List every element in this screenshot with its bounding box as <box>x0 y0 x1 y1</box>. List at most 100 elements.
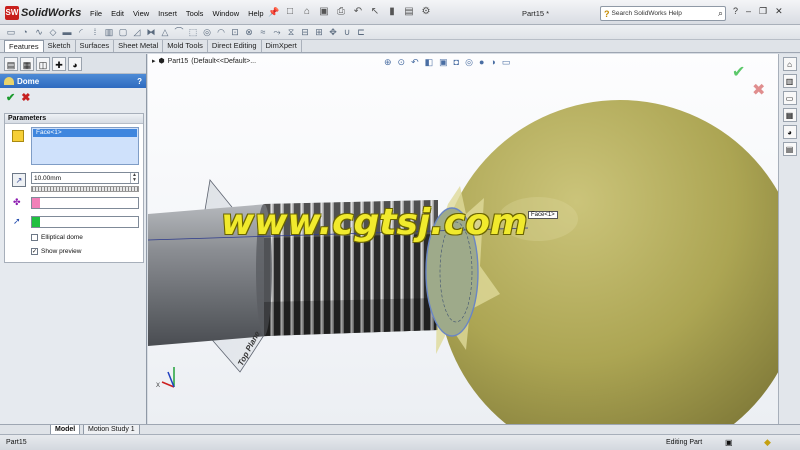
sweep-icon[interactable]: ∿ <box>33 26 45 38</box>
dome-tool-icon[interactable]: ◠ <box>215 26 227 38</box>
loft-icon[interactable]: ◇ <box>47 26 59 38</box>
hole-wizard-icon[interactable]: ◎ <box>201 26 213 38</box>
shell-icon[interactable]: ▢ <box>117 26 129 38</box>
search-input[interactable]: Search SolidWorks Help <box>612 10 718 17</box>
revolve-icon[interactable]: ◔ <box>19 26 31 38</box>
view-settings-icon[interactable]: ▭ <box>502 57 511 68</box>
pm-help-button[interactable]: ? <box>137 77 142 86</box>
display-manager-icon[interactable]: ◕ <box>68 57 82 71</box>
faces-selection-box[interactable]: Face<1> <box>31 127 139 165</box>
reverse-direction-icon[interactable]: ↗ <box>12 173 26 187</box>
tab-sheet-metal[interactable]: Sheet Metal <box>114 40 164 52</box>
flex-icon[interactable]: ⤳ <box>271 26 283 38</box>
elliptical-dome-box[interactable] <box>31 234 38 241</box>
curves-icon[interactable]: ⌒ <box>173 26 185 38</box>
freeform-icon[interactable]: ≈ <box>257 26 269 38</box>
help-icon[interactable]: ? <box>733 6 738 17</box>
confirm-corner-cancel-icon[interactable]: ✖ <box>752 80 765 100</box>
open-document-icon[interactable]: ⌂ <box>300 5 314 19</box>
file-properties-icon[interactable]: ▤ <box>402 5 416 19</box>
close-icon[interactable]: ✕ <box>775 6 783 17</box>
appearances-icon[interactable]: ◕ <box>782 125 797 139</box>
zoom-area-icon[interactable]: ⊙ <box>398 57 406 68</box>
distance-input[interactable]: 10.00mm ▲ ▼ <box>31 172 139 184</box>
fillet-icon[interactable]: ◜ <box>75 26 87 38</box>
instant3d-icon[interactable]: ⬚ <box>187 26 199 38</box>
direction-box[interactable] <box>31 216 139 228</box>
tab-features[interactable]: Features <box>4 40 44 52</box>
split-icon[interactable]: ⊟ <box>299 26 311 38</box>
design-library-icon[interactable]: ▥ <box>782 74 797 88</box>
minimize-icon[interactable]: – <box>746 6 751 17</box>
menu-window[interactable]: Window <box>212 9 239 18</box>
solidworks-resources-icon[interactable]: ⌂ <box>782 57 797 71</box>
file-explorer-icon[interactable]: ▭ <box>782 91 797 105</box>
custom-properties-icon[interactable]: ▤ <box>782 142 797 156</box>
wrap-icon[interactable]: ⊡ <box>229 26 241 38</box>
quick-tips-icon[interactable]: ◆ <box>764 437 771 448</box>
thread-icon[interactable]: ⧖ <box>285 26 297 38</box>
show-preview-box[interactable]: ✓ <box>31 248 38 255</box>
draft-icon[interactable]: ◿ <box>131 26 143 38</box>
scale-icon[interactable]: ⊞ <box>313 26 325 38</box>
show-preview-checkbox[interactable]: ✓ Show preview <box>31 248 81 255</box>
edit-appearance-icon[interactable]: ● <box>479 57 484 68</box>
extrude-icon[interactable]: ▭ <box>5 26 17 38</box>
mirror-icon[interactable]: ⧓ <box>145 26 157 38</box>
cancel-x-icon[interactable]: ✖ <box>21 91 30 104</box>
expand-arrow-icon[interactable]: ▸ <box>152 57 156 65</box>
pattern-icon[interactable]: ⁞ <box>89 26 101 38</box>
section-view-icon[interactable]: ◧ <box>425 57 434 68</box>
new-document-icon[interactable]: □ <box>283 5 297 19</box>
rebuild-icon[interactable]: ▮ <box>385 5 399 19</box>
options-icon[interactable]: ⚙ <box>419 5 433 19</box>
hide-show-icon[interactable]: ◎ <box>465 57 473 68</box>
tab-sketch[interactable]: Sketch <box>44 40 76 52</box>
apply-scene-icon[interactable]: ◑ <box>490 57 495 68</box>
reference-geometry-icon[interactable]: △ <box>159 26 171 38</box>
move-body-icon[interactable]: ✥ <box>327 26 339 38</box>
menu-tools[interactable]: Tools <box>186 9 204 18</box>
confirm-corner-ok-icon[interactable]: ✔ <box>732 62 745 82</box>
combine-icon[interactable]: ∪ <box>341 26 353 38</box>
dimxpert-manager-icon[interactable]: ✚ <box>52 57 66 71</box>
rebuild-status-icon[interactable]: ▣ <box>725 438 733 447</box>
cut-icon[interactable]: ▬ <box>61 26 73 38</box>
ok-check-icon[interactable]: ✔ <box>6 91 15 104</box>
help-search[interactable]: ? Search SolidWorks Help ⌕ <box>600 6 726 21</box>
menu-help[interactable]: Help <box>248 9 263 18</box>
graphics-area[interactable]: X ▸ ⬢ Part15 (Default<<Default>... ⊕ ⊙ ↶… <box>148 54 778 424</box>
menu-insert[interactable]: Insert <box>158 9 177 18</box>
feature-manager-icon[interactable]: ▤ <box>4 57 18 71</box>
rib-icon[interactable]: ▥ <box>103 26 115 38</box>
feature-tree-flyout[interactable]: ▸ ⬢ Part15 (Default<<Default>... <box>152 57 256 66</box>
print-icon[interactable]: ⎙ <box>334 5 348 19</box>
indent-icon[interactable]: ⊏ <box>355 26 367 38</box>
distance-thumbwheel[interactable] <box>31 186 139 192</box>
search-icon[interactable]: ⌕ <box>718 8 723 19</box>
tab-mold-tools[interactable]: Mold Tools <box>163 40 208 52</box>
pin-menu-icon[interactable]: 📌 <box>268 7 279 18</box>
constraint-point-box[interactable] <box>31 197 139 209</box>
selected-face-item[interactable]: Face<1> <box>33 129 137 137</box>
display-style-icon[interactable]: ◘ <box>454 57 459 68</box>
elliptical-dome-checkbox[interactable]: Elliptical dome <box>31 234 83 241</box>
view-palette-icon[interactable]: ▦ <box>782 108 797 122</box>
zoom-to-fit-icon[interactable]: ⊕ <box>384 57 392 68</box>
select-icon[interactable]: ↖ <box>368 5 382 19</box>
app-logo[interactable]: SW SolidWorks <box>5 5 81 20</box>
tab-dimxpert[interactable]: DimXpert <box>262 40 302 52</box>
intersect-icon[interactable]: ⊗ <box>243 26 255 38</box>
tab-direct-editing[interactable]: Direct Editing <box>208 40 262 52</box>
configuration-manager-icon[interactable]: ◫ <box>36 57 50 71</box>
undo-icon[interactable]: ↶ <box>351 5 365 19</box>
view-orientation-icon[interactable]: ▣ <box>439 57 448 68</box>
parameters-header[interactable]: Parameters <box>5 114 143 124</box>
tab-surfaces[interactable]: Surfaces <box>76 40 115 52</box>
restore-icon[interactable]: ❐ <box>759 6 767 17</box>
menu-file[interactable]: File <box>90 9 102 18</box>
distance-spinner[interactable]: ▲ ▼ <box>130 173 138 183</box>
property-manager-icon[interactable]: ▦ <box>20 57 34 71</box>
menu-view[interactable]: View <box>133 9 149 18</box>
save-icon[interactable]: ▣ <box>317 5 331 19</box>
